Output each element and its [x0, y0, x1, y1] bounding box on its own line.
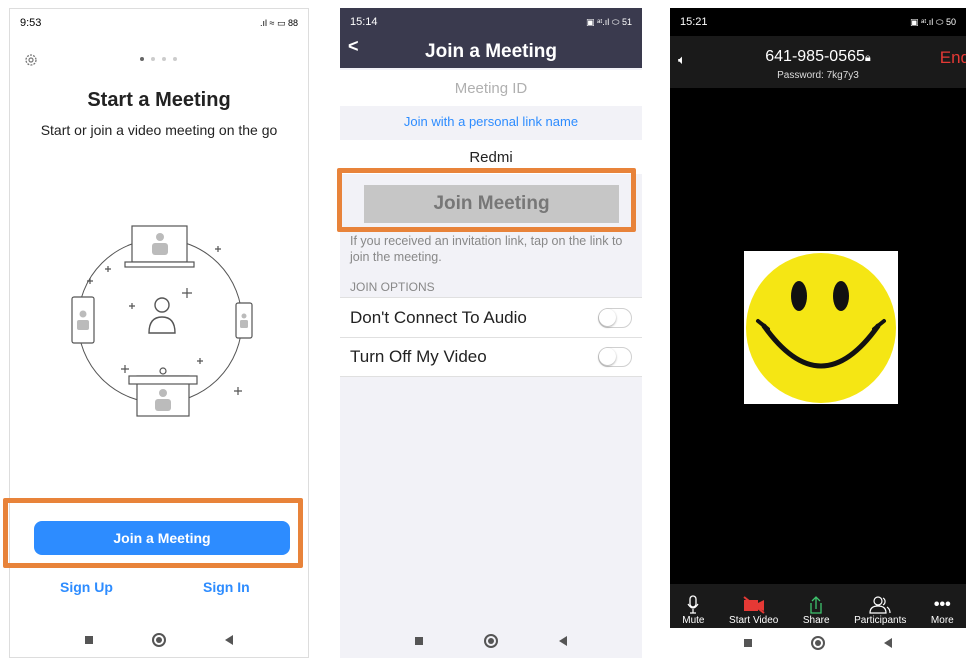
smiley-face-image [746, 253, 896, 403]
tool-label: Mute [682, 615, 705, 626]
tool-label: Share [802, 615, 830, 626]
more-icon: ••• [933, 596, 951, 613]
page-indicator [140, 57, 177, 61]
meeting-id: 641-985-0565 [765, 48, 865, 65]
back-icon[interactable] [225, 635, 234, 645]
join-meeting-screen: 15:14 ▣ ᵃᵗ.ıl ⬭ 51 < Join a Meeting Meet… [340, 8, 642, 658]
video-toggle[interactable] [598, 347, 632, 367]
end-meeting-button[interactable]: End [940, 48, 966, 68]
meeting-toolbar: Mute Start Video Share Participants ••• … [670, 584, 966, 628]
mic-icon [687, 595, 699, 615]
back-icon[interactable] [558, 636, 567, 646]
video-off-icon [742, 595, 766, 615]
invitation-hint: If you received an invitation link, tap … [350, 234, 623, 264]
join-options-header: JOIN OPTIONS [350, 280, 435, 294]
status-icons: ▣ ᵃᵗ.ıl ⬭ 51 [585, 16, 632, 27]
status-bar: 9:53 .ıl ≈ ▭ 88 [10, 9, 308, 37]
meeting-password: Password: 7kg7y3 [777, 70, 859, 81]
meeting-id-row: 641-985-0565🔒︎ [670, 48, 966, 66]
start-video-button[interactable]: Start Video [729, 595, 778, 626]
home-icon[interactable] [483, 634, 498, 648]
sign-in-link[interactable]: Sign In [203, 579, 250, 595]
status-icons: ▣ ᵃᵗ.ıl ⬭ 50 [909, 16, 956, 27]
share-icon [806, 595, 826, 615]
tool-label: Start Video [729, 615, 779, 626]
tool-label: Participants [854, 615, 907, 626]
header-bar: < Join a Meeting [340, 36, 642, 68]
mute-button[interactable]: Mute [682, 595, 705, 626]
header-title: Join a Meeting [425, 41, 557, 62]
lock-icon: 🔒︎ [864, 52, 871, 64]
personal-link-name-link[interactable]: Join with a personal link name [340, 114, 642, 129]
recents-icon[interactable] [415, 637, 424, 645]
home-icon[interactable] [810, 636, 825, 650]
back-chevron-icon[interactable]: < [348, 36, 359, 57]
option-label: Turn Off My Video [350, 347, 487, 366]
page-dot [162, 57, 166, 61]
page-dot [151, 57, 155, 61]
home-icon[interactable] [151, 633, 166, 647]
status-time: 15:14 [350, 16, 378, 28]
participant-video [744, 251, 898, 404]
status-time: 15:21 [680, 16, 708, 28]
gear-icon[interactable] [24, 53, 38, 70]
option-dont-connect-audio: Don't Connect To Audio [340, 297, 642, 337]
status-time: 9:53 [20, 17, 42, 29]
audio-toggle[interactable] [598, 307, 632, 328]
android-nav-bar [10, 623, 308, 657]
tool-label: More [930, 615, 954, 626]
status-icons: .ıl ≈ ▭ 88 [260, 17, 298, 28]
meeting-illustration [71, 225, 253, 417]
meeting-top-bar: 🔈︎ 641-985-0565🔒︎ Password: 7kg7y3 End [670, 36, 966, 88]
option-turn-off-video: Turn Off My Video [340, 337, 642, 377]
option-label: Don't Connect To Audio [350, 307, 527, 327]
page-dot [140, 57, 144, 61]
page-dot [173, 57, 177, 61]
participants-icon [868, 595, 892, 615]
recents-icon[interactable] [84, 636, 93, 644]
share-button[interactable]: Share [803, 595, 830, 626]
sign-up-link[interactable]: Sign Up [60, 579, 113, 595]
page-subtitle: Start or join a video meeting on the go [40, 122, 278, 138]
recents-icon[interactable] [744, 639, 753, 647]
meeting-id-input[interactable]: Meeting ID [340, 70, 642, 106]
android-nav-bar [340, 624, 642, 658]
back-icon[interactable] [883, 638, 892, 648]
highlight-box [3, 498, 303, 568]
status-bar: 15:14 ▣ ᵃᵗ.ıl ⬭ 51 [340, 8, 642, 36]
more-button[interactable]: ••• More [931, 595, 954, 626]
highlight-box [337, 168, 636, 232]
in-meeting-screen: 15:21 ▣ ᵃᵗ.ıl ⬭ 50 🔈︎ 641-985-0565🔒︎ Pas… [670, 8, 966, 658]
status-bar: 15:21 ▣ ᵃᵗ.ıl ⬭ 50 [670, 8, 966, 36]
page-title: Start a Meeting [87, 89, 231, 111]
android-nav-bar [670, 628, 966, 658]
participants-button[interactable]: Participants [854, 595, 906, 626]
